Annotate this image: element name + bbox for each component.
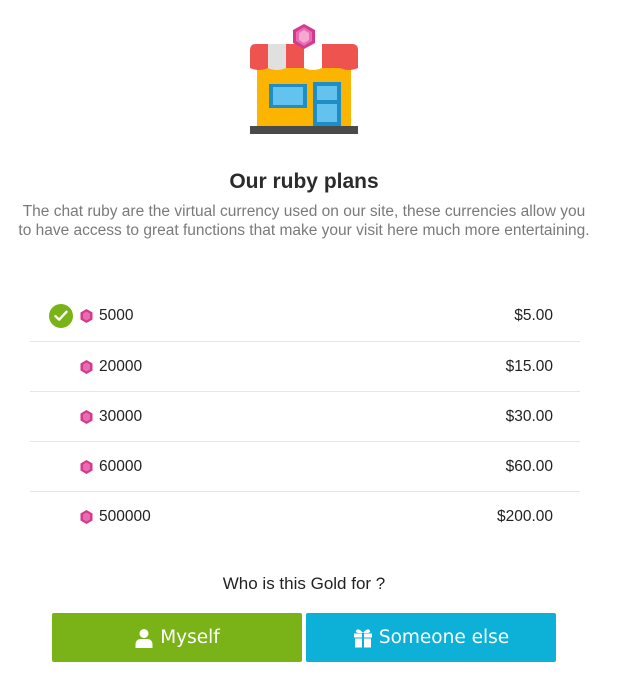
someone-else-button-label: Someone else	[378, 627, 510, 648]
myself-button[interactable]: Myself	[52, 613, 302, 662]
ruby-gem-icon	[80, 459, 93, 474]
plan-price: $15.00	[505, 357, 553, 375]
plan-price: $30.00	[505, 407, 553, 425]
ruby-gem-icon	[80, 409, 93, 424]
someone-else-button[interactable]: Someone else	[306, 613, 556, 662]
plan-list: 5000 $5.00 20000 $15.00 30000 $30.00 600…	[30, 290, 580, 542]
plan-price: $200.00	[496, 508, 553, 525]
page-title: Our ruby plans	[229, 170, 379, 193]
user-icon	[134, 628, 154, 648]
shop-illustration	[245, 24, 365, 139]
plan-row[interactable]: 5000 $5.00	[30, 290, 580, 342]
plan-amount: 30000	[99, 407, 143, 425]
plan-amount: 500000	[99, 508, 151, 525]
ruby-gem-icon	[80, 510, 93, 524]
ruby-gem-icon	[80, 359, 93, 374]
plan-row[interactable]: 60000 $60.00	[30, 442, 580, 492]
recipient-question: Who is this Gold for ?	[222, 574, 386, 593]
gift-icon	[353, 628, 373, 648]
plan-row[interactable]: 500000 $200.00	[30, 492, 580, 542]
plan-row[interactable]: 20000 $15.00	[30, 342, 580, 392]
plan-amount: 5000	[99, 306, 134, 324]
plan-amount: 60000	[99, 457, 143, 475]
page-description: The chat ruby are the virtual currency u…	[18, 203, 590, 239]
myself-button-label: Myself	[160, 627, 220, 648]
check-circle-icon	[49, 303, 73, 328]
plan-price: $60.00	[505, 457, 553, 475]
shop-icon	[250, 24, 358, 134]
plan-amount: 20000	[99, 357, 143, 375]
ruby-gem-icon	[80, 308, 93, 323]
plan-row[interactable]: 30000 $30.00	[30, 392, 580, 442]
plan-price: $5.00	[514, 306, 553, 324]
